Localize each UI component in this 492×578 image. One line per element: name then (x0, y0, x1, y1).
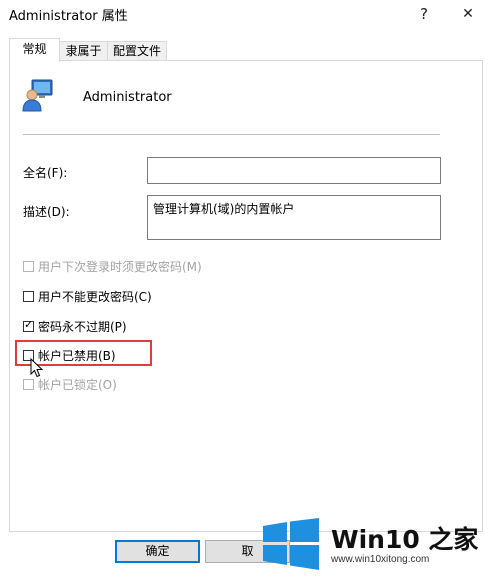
checkbox-must-change-password[interactable]: 用户下次登录时须更改密码(M) (23, 258, 202, 274)
title-bar: Administrator 属性 ? ✕ (0, 0, 492, 28)
ok-button[interactable]: 确定 (115, 540, 200, 563)
help-button[interactable]: ? (410, 2, 438, 26)
checkbox-label: 用户下次登录时须更改密码(M) (38, 259, 202, 274)
tab-general[interactable]: 常规 (9, 38, 60, 62)
fullname-label: 全名(F): (23, 166, 68, 180)
separator (23, 134, 440, 135)
windows-logo-icon (263, 518, 319, 570)
checkbox-box[interactable] (23, 318, 34, 332)
tab-member-of[interactable]: 隶属于 (58, 41, 109, 61)
tab-profile[interactable]: 配置文件 (107, 41, 167, 61)
watermark-url: www.win10xitong.com (331, 554, 430, 565)
window-title: Administrator 属性 (9, 9, 128, 24)
checkbox-label: 密码永不过期(P) (38, 319, 127, 334)
description-input[interactable]: 管理计算机(域)的内置帐户 (147, 195, 441, 240)
mouse-cursor-icon (30, 358, 44, 378)
checkbox-box[interactable] (23, 260, 34, 272)
user-name: Administrator (83, 90, 172, 105)
checkbox-label: 用户不能更改密码(C) (38, 289, 152, 304)
watermark: Win10 之家 www.win10xitong.com (261, 512, 492, 578)
checkbox-box[interactable] (23, 378, 34, 390)
checkbox-box[interactable] (23, 290, 34, 302)
checkbox-label: 帐户已锁定(O) (38, 377, 117, 392)
user-account-icon (22, 79, 53, 112)
checkbox-password-never-expires[interactable]: 密码永不过期(P) (23, 318, 127, 334)
checkbox-cannot-change-password[interactable]: 用户不能更改密码(C) (23, 288, 152, 304)
checkbox-account-locked[interactable]: 帐户已锁定(O) (23, 376, 117, 392)
watermark-brand: Win10 之家 (331, 525, 479, 554)
close-button[interactable]: ✕ (454, 2, 482, 26)
description-label: 描述(D): (23, 205, 70, 219)
fullname-input[interactable] (147, 157, 441, 184)
